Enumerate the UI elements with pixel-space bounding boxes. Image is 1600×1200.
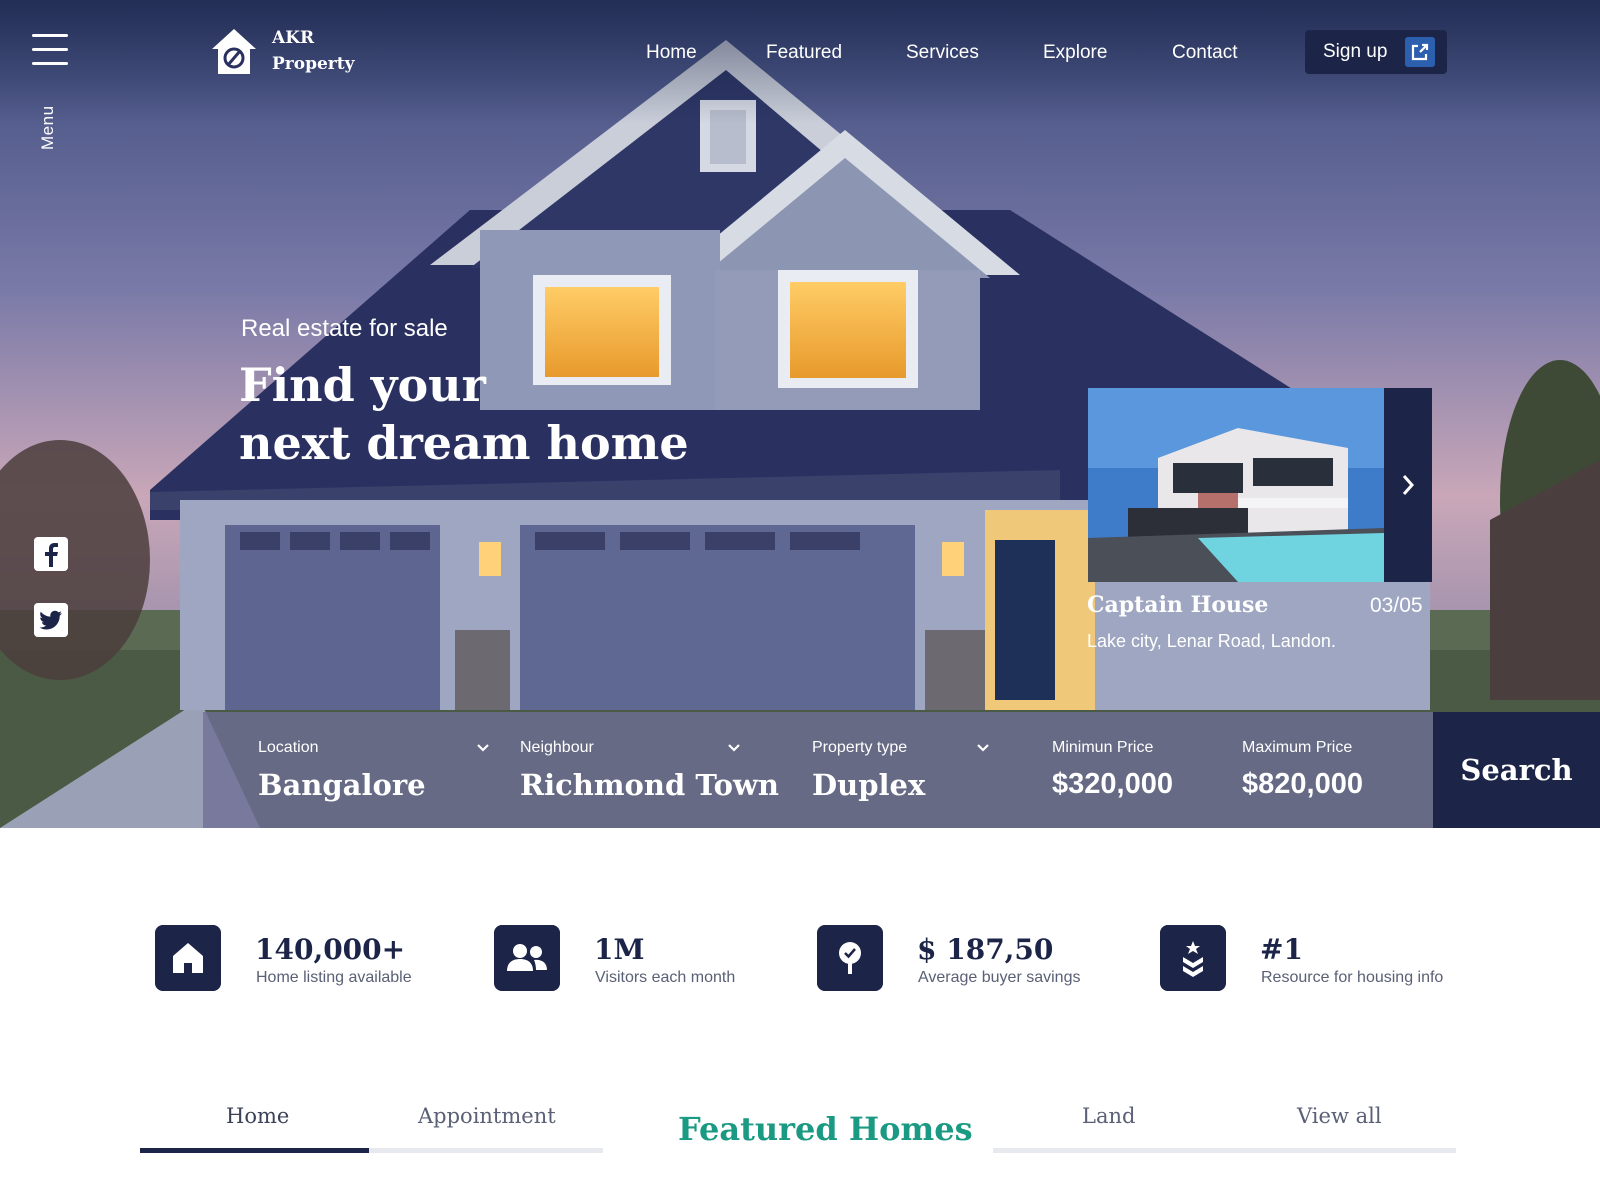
external-link-icon bbox=[1405, 37, 1435, 67]
house-leaf-logo-icon bbox=[212, 29, 256, 74]
tab-home[interactable]: Home bbox=[226, 1104, 289, 1128]
brand-name-line2: Property bbox=[272, 54, 355, 74]
brand-logo[interactable]: AKR Property bbox=[210, 26, 360, 78]
twitter-icon[interactable] bbox=[34, 603, 68, 637]
hero-section: Menu AKR Property Home Featured Services… bbox=[0, 0, 1600, 828]
stat-label: Home listing available bbox=[256, 969, 412, 986]
stat-value: 1M bbox=[594, 933, 645, 966]
stat-label: Visitors each month bbox=[595, 969, 736, 986]
location-label: Location bbox=[258, 739, 319, 756]
featured-homes-title: Featured Homes bbox=[678, 1110, 973, 1148]
property-card-counter: 03/05 bbox=[1370, 594, 1423, 617]
brand-name-line1: AKR bbox=[272, 28, 315, 48]
location-select[interactable]: Location Bangalore bbox=[258, 712, 498, 828]
minimum-price-field[interactable]: Minimun Price $320,000 bbox=[1052, 712, 1222, 828]
hero-kicker: Real estate for sale bbox=[241, 315, 448, 342]
home-icon bbox=[155, 925, 221, 991]
location-value: Bangalore bbox=[258, 768, 426, 802]
stat-label: Average buyer savings bbox=[918, 969, 1081, 986]
neighbour-label: Neighbour bbox=[520, 739, 594, 756]
property-card-address: Lake city, Lenar Road, Landon. bbox=[1087, 631, 1336, 651]
tab-view-all[interactable]: View all bbox=[1297, 1104, 1382, 1128]
savings-icon bbox=[817, 925, 883, 991]
menu-label[interactable]: Menu bbox=[38, 105, 58, 150]
stat-value: 140,000+ bbox=[255, 933, 406, 966]
next-property-button[interactable] bbox=[1384, 388, 1432, 582]
neighbour-select[interactable]: Neighbour Richmond Town bbox=[520, 712, 779, 828]
users-icon bbox=[494, 925, 560, 991]
tab-appointment[interactable]: Appointment bbox=[418, 1104, 556, 1128]
property-search-bar: Location Bangalore Neighbour Richmond To… bbox=[203, 712, 1433, 828]
chevron-down-icon bbox=[977, 744, 989, 752]
nav-link-home[interactable]: Home bbox=[646, 42, 697, 64]
chevron-down-icon bbox=[728, 744, 740, 752]
sign-up-label: Sign up bbox=[1323, 41, 1388, 62]
hero-headline-line2: next dream home bbox=[239, 416, 689, 470]
sign-up-button[interactable]: Sign up bbox=[1305, 30, 1447, 74]
facebook-icon[interactable] bbox=[34, 537, 68, 571]
property-type-value: Duplex bbox=[812, 768, 926, 802]
nav-link-explore[interactable]: Explore bbox=[1043, 42, 1107, 64]
maximum-price-label: Maximum Price bbox=[1242, 739, 1353, 756]
nav-link-contact[interactable]: Contact bbox=[1172, 42, 1237, 64]
property-type-label: Property type bbox=[812, 739, 908, 756]
hamburger-line bbox=[32, 34, 68, 37]
chevron-right-icon bbox=[1402, 475, 1415, 495]
nav-link-services[interactable]: Services bbox=[906, 42, 979, 64]
minimum-price-label: Minimun Price bbox=[1052, 739, 1154, 756]
neighbour-value: Richmond Town bbox=[520, 768, 779, 802]
stat-label: Resource for housing info bbox=[1261, 969, 1444, 986]
hamburger-menu-button[interactable] bbox=[32, 34, 68, 68]
hamburger-line bbox=[32, 62, 68, 65]
maximum-price-value: $820,000 bbox=[1242, 768, 1363, 800]
hamburger-line bbox=[32, 48, 68, 51]
stat-value: $ 187,50 bbox=[917, 933, 1054, 966]
tab-active-indicator bbox=[140, 1148, 369, 1153]
hero-headline-line1: Find your bbox=[239, 358, 486, 412]
tab-track-right bbox=[993, 1148, 1456, 1153]
property-card-title[interactable]: Captain House bbox=[1087, 592, 1268, 618]
stat-value: #1 bbox=[1260, 933, 1303, 966]
search-button[interactable]: Search bbox=[1433, 712, 1600, 828]
chevron-down-icon bbox=[477, 744, 489, 752]
minimum-price-value: $320,000 bbox=[1052, 768, 1173, 800]
hero-headline: Find your next dream home bbox=[239, 356, 699, 472]
badge-icon bbox=[1160, 925, 1226, 991]
tab-land[interactable]: Land bbox=[1082, 1104, 1135, 1128]
maximum-price-field[interactable]: Maximum Price $820,000 bbox=[1242, 712, 1412, 828]
property-type-select[interactable]: Property type Duplex bbox=[812, 712, 1002, 828]
nav-link-featured[interactable]: Featured bbox=[766, 42, 842, 64]
modern-house-photo bbox=[1088, 388, 1384, 582]
property-card-image[interactable] bbox=[1088, 388, 1384, 582]
